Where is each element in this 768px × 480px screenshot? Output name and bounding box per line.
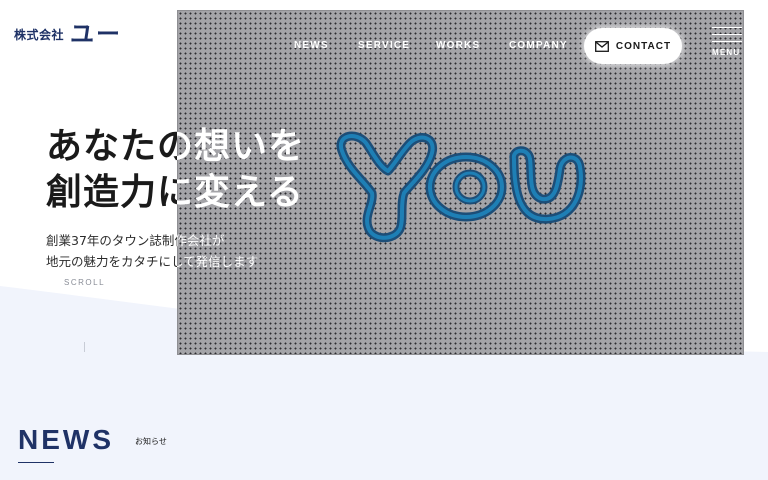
headline-line-1: あなたの想いを — [46, 124, 305, 170]
scroll-indicator-line — [84, 342, 85, 352]
you-lettering-illustration — [336, 131, 586, 243]
hero-lead: 創業37年のタウン誌制作会社が 地元の魅力をカタチにして発信します — [46, 230, 258, 272]
menu-button[interactable]: MENU — [708, 24, 746, 60]
nav-item-news[interactable]: NEWS — [294, 40, 329, 51]
menu-label: MENU — [712, 48, 741, 57]
site-logo[interactable]: 株式会社 ユー — [14, 22, 122, 46]
hero-headline: あなたの想いを 創造力に変える — [46, 124, 305, 216]
hamburger-line-icon — [712, 27, 742, 28]
news-section-title: NEWS — [18, 424, 114, 455]
contact-label: CONTACT — [615, 40, 672, 52]
headline-line-2: 創造力に変える — [46, 170, 305, 216]
news-section-subtitle: お知らせ — [135, 437, 167, 446]
logo-wordmark: ユー — [70, 20, 123, 48]
mail-icon — [594, 40, 609, 52]
news-title-underline — [18, 462, 54, 463]
contact-button[interactable]: CONTACT — [584, 28, 682, 64]
logo-subtext: 株式会社 — [14, 27, 65, 42]
hamburger-line-icon — [712, 34, 742, 35]
lead-line-1: 創業37年のタウン誌制作会社が — [46, 230, 258, 251]
scroll-indicator-label[interactable]: SCROLL — [64, 278, 105, 287]
nav-item-works[interactable]: WORKS — [436, 40, 480, 51]
page: 株式会社 ユー NEWS SERVICE WORKS COMPANY CONTA… — [0, 0, 768, 480]
nav-item-service[interactable]: SERVICE — [358, 40, 410, 51]
nav-item-company[interactable]: COMPANY — [509, 40, 568, 51]
lead-line-2: 地元の魅力をカタチにして発信します — [46, 251, 258, 272]
hamburger-line-icon — [712, 41, 742, 42]
